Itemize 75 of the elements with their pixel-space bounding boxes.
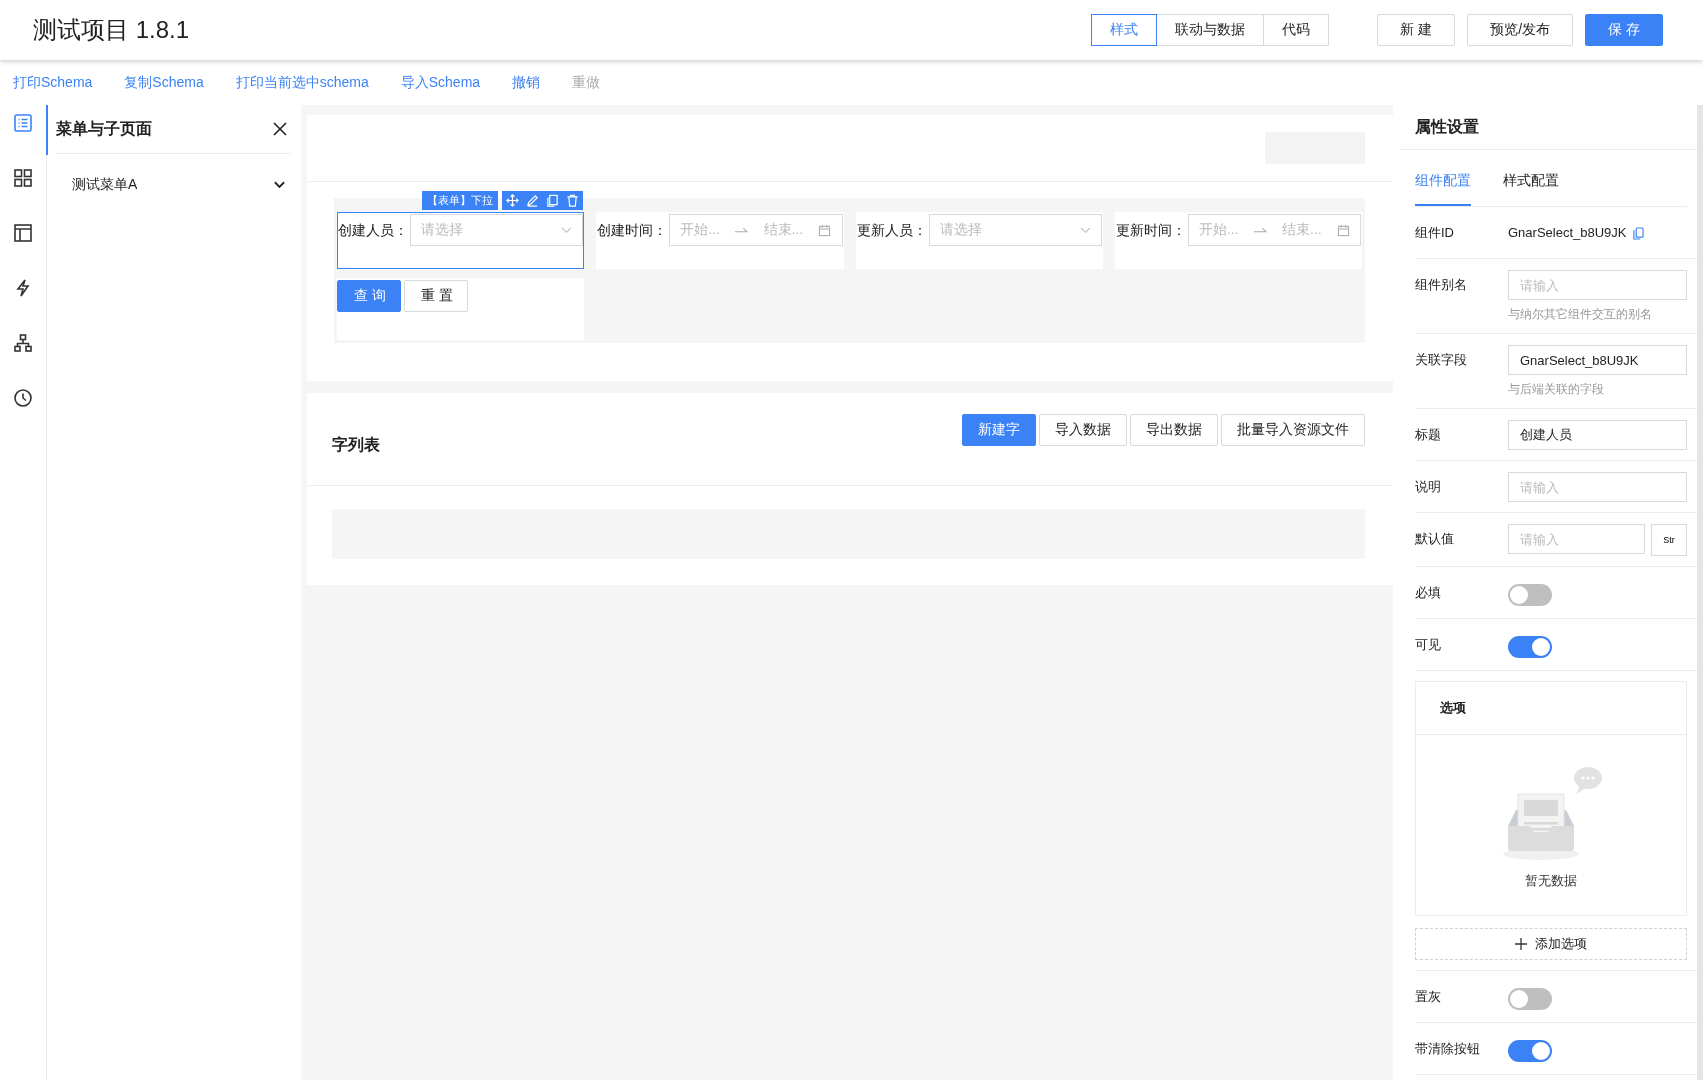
list-action-button[interactable]: 批量导入资源文件 [1221, 414, 1365, 446]
menu-item[interactable]: 测试菜单A [56, 154, 291, 216]
toggle-switch[interactable] [1508, 988, 1552, 1010]
panel-title: 属性设置 [1399, 105, 1697, 150]
toolbar-link[interactable]: 复制Schema [124, 73, 204, 92]
toggle-switch[interactable] [1508, 584, 1552, 606]
list-action-button[interactable]: 导出数据 [1130, 414, 1218, 446]
property-label: 标题 [1415, 426, 1442, 444]
toolbar-link[interactable]: 导入Schema [400, 73, 481, 92]
list-action-button[interactable]: 导入数据 [1039, 414, 1127, 446]
text-input[interactable]: 请输入 [1508, 524, 1645, 554]
calendar-icon [1337, 223, 1350, 237]
copy-icon[interactable] [1632, 226, 1644, 240]
chevron-down-icon [1079, 226, 1091, 234]
toolbar-link[interactable]: 打印当前选中schema [235, 73, 369, 92]
toggle-switch[interactable] [1508, 1040, 1552, 1062]
chevron-down-icon [274, 181, 285, 189]
list-action-button[interactable]: 新建字 [962, 414, 1036, 446]
component-tag: 【表单】下拉 [422, 191, 499, 210]
field-label: 更新时间： [1115, 221, 1187, 240]
property-label: 可见 [1415, 636, 1442, 654]
panel-title: 菜单与子页面 [56, 118, 152, 139]
property-label: 置灰 [1415, 988, 1442, 1006]
reset-button[interactable]: 重 置 [404, 280, 468, 312]
property-label: 关联字段 [1415, 351, 1468, 369]
property-label: 组件ID [1415, 224, 1455, 242]
list-title: 字列表 [332, 434, 380, 455]
empty-text: 暂无数据 [1525, 872, 1577, 890]
text-input[interactable]: GnarSelect_b8U9JK [1508, 345, 1687, 375]
list-icon[interactable] [13, 113, 33, 133]
property-label: 组件别名 [1415, 276, 1468, 294]
delete-icon[interactable] [566, 194, 580, 207]
text-input[interactable]: 请输入 [1508, 270, 1687, 300]
property-label: 默认值 [1415, 530, 1455, 548]
header-button[interactable]: 预览/发布 [1467, 14, 1574, 46]
options-title: 选项 [1416, 682, 1686, 735]
grid-icon[interactable] [13, 168, 33, 188]
hierarchy-icon[interactable] [13, 333, 33, 353]
plus-icon [1515, 938, 1527, 950]
header-button[interactable]: 新 建 [1377, 14, 1456, 46]
property-label: 说明 [1415, 478, 1442, 496]
filter-item[interactable]: 创建时间： 开始... 结束... [596, 212, 844, 269]
chevron-down-icon [561, 226, 573, 234]
field-label: 更新人员： [856, 221, 928, 240]
field-label: 创建人员： [338, 221, 409, 240]
copy-icon[interactable] [546, 194, 560, 207]
toolbar-link[interactable]: 打印Schema [13, 73, 93, 92]
close-icon[interactable] [273, 122, 287, 136]
query-button[interactable]: 查 询 [337, 280, 401, 312]
project-title: 测试项目 1.8.1 [33, 15, 190, 45]
type-button[interactable]: Str [1651, 524, 1687, 556]
filter-item[interactable]: 更新人员： 请选择 [855, 212, 1103, 269]
edit-icon[interactable] [526, 194, 540, 207]
config-tab[interactable]: 样式配置 [1503, 172, 1559, 206]
field-hint: 与纳尔其它组件交互的别名 [1508, 306, 1653, 323]
toolbar-link[interactable]: 撤销 [512, 73, 541, 92]
config-tab[interactable]: 组件配置 [1415, 172, 1471, 206]
component-id: GnarSelect_b8U9JK [1508, 224, 1627, 242]
toggle-switch[interactable] [1508, 636, 1552, 658]
text-input[interactable]: 请输入 [1508, 472, 1687, 502]
field-hint: 与后端关联的字段 [1508, 381, 1605, 398]
add-option-button[interactable]: 添加选项 [1415, 928, 1687, 960]
save-button[interactable]: 保 存 [1585, 14, 1663, 46]
move-icon[interactable] [506, 194, 520, 207]
view-tab[interactable]: 代码 [1263, 14, 1330, 46]
field-label: 创建时间： [597, 221, 669, 240]
calendar-icon [818, 223, 832, 237]
property-label: 带清除按钮 [1415, 1040, 1481, 1058]
view-tab[interactable]: 样式 [1091, 14, 1158, 46]
filter-item[interactable]: 更新时间： 开始... 结束... [1114, 212, 1362, 269]
clock-icon[interactable] [13, 388, 33, 408]
property-label: 必填 [1415, 584, 1442, 602]
text-input[interactable]: 创建人员 [1508, 420, 1687, 450]
layout-icon[interactable] [13, 223, 33, 243]
view-tab[interactable]: 联动与数据 [1156, 14, 1265, 46]
